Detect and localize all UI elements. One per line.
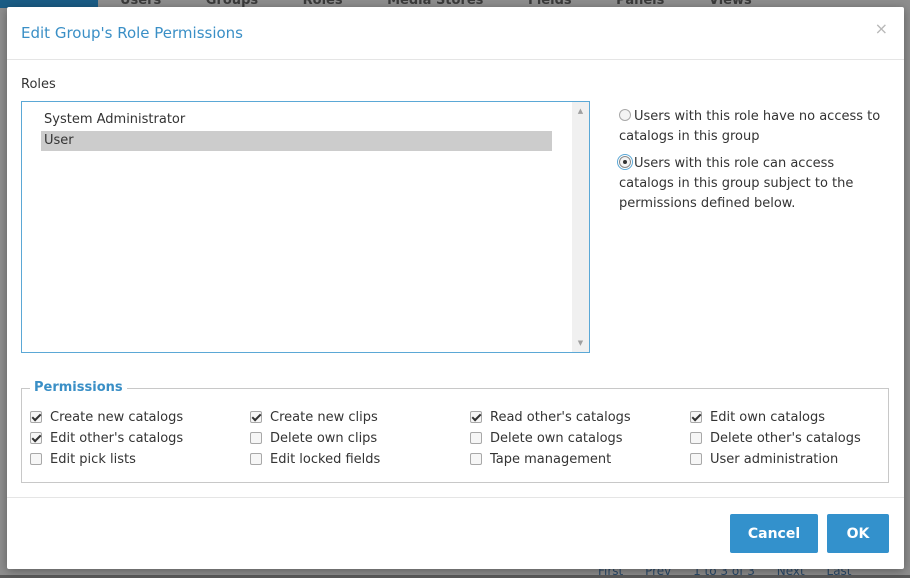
role-option-system-administrator[interactable]: System Administrator	[41, 110, 552, 130]
perm-label: Create new catalogs	[50, 410, 184, 425]
checkbox-unchecked[interactable]	[690, 432, 702, 444]
checkbox-checked[interactable]	[690, 411, 702, 423]
close-icon[interactable]: ×	[875, 19, 888, 38]
access-option-no-access[interactable]: Users with this role have no access to c…	[619, 107, 889, 147]
roles-listbox[interactable]: System Administrator User ▲ ▼	[21, 101, 590, 353]
checkbox-unchecked[interactable]	[690, 453, 702, 465]
perm-label: Delete own catalogs	[490, 431, 623, 446]
perm-label: Delete other's catalogs	[710, 431, 861, 446]
ok-button[interactable]: OK	[827, 514, 889, 553]
role-option-user[interactable]: User	[41, 131, 552, 151]
perm-edit-locked-fields[interactable]: Edit locked fields	[250, 452, 380, 468]
scroll-down-arrow-icon[interactable]: ▼	[572, 336, 589, 350]
checkbox-unchecked[interactable]	[250, 453, 262, 465]
perm-edit-others-catalogs[interactable]: Edit other's catalogs	[30, 431, 183, 447]
checkbox-unchecked[interactable]	[470, 453, 482, 465]
perm-label: Read other's catalogs	[490, 410, 631, 425]
access-with-permissions-label: Users with this role can access catalogs…	[619, 156, 854, 211]
perm-read-others-catalogs[interactable]: Read other's catalogs	[470, 410, 631, 426]
dialog-footer-divider	[7, 497, 904, 498]
scroll-up-arrow-icon[interactable]: ▲	[572, 104, 589, 118]
perm-label: Edit own catalogs	[710, 410, 826, 425]
roles-label: Roles	[21, 77, 56, 92]
perm-label: Tape management	[490, 452, 612, 467]
perm-create-new-catalogs[interactable]: Create new catalogs	[30, 410, 183, 426]
permissions-legend: Permissions	[30, 380, 127, 395]
no-access-label: Users with this role have no access to c…	[619, 109, 881, 144]
roles-scrollbar[interactable]: ▲ ▼	[572, 102, 589, 352]
perm-edit-own-catalogs[interactable]: Edit own catalogs	[690, 410, 825, 426]
checkbox-checked[interactable]	[30, 432, 42, 444]
access-option-with-permissions[interactable]: Users with this role can access catalogs…	[617, 154, 889, 214]
perm-label: Edit locked fields	[270, 452, 381, 467]
perm-label: Create new clips	[270, 410, 378, 425]
perm-label: Delete own clips	[270, 431, 378, 446]
perm-label: Edit other's catalogs	[50, 431, 184, 446]
dialog-header: Edit Group's Role Permissions ×	[7, 7, 904, 60]
checkbox-unchecked[interactable]	[470, 432, 482, 444]
perm-label: User administration	[710, 452, 839, 467]
perm-delete-others-catalogs[interactable]: Delete other's catalogs	[690, 431, 861, 447]
perm-tape-management[interactable]: Tape management	[470, 452, 611, 468]
checkbox-checked[interactable]	[30, 411, 42, 423]
dialog-title: Edit Group's Role Permissions	[21, 24, 243, 42]
perm-create-new-clips[interactable]: Create new clips	[250, 410, 378, 426]
no-access-radio[interactable]	[619, 109, 631, 121]
perm-delete-own-catalogs[interactable]: Delete own catalogs	[470, 431, 623, 447]
permissions-fieldset: Permissions Create new catalogs Create n…	[21, 380, 889, 483]
edit-role-permissions-dialog: Edit Group's Role Permissions × Roles Sy…	[7, 7, 904, 569]
checkbox-checked[interactable]	[250, 411, 262, 423]
perm-user-administration[interactable]: User administration	[690, 452, 838, 468]
checkbox-unchecked[interactable]	[30, 453, 42, 465]
access-with-permissions-radio[interactable]	[617, 154, 633, 170]
checkbox-checked[interactable]	[470, 411, 482, 423]
perm-delete-own-clips[interactable]: Delete own clips	[250, 431, 377, 447]
perm-label: Edit pick lists	[50, 452, 136, 467]
cancel-button[interactable]: Cancel	[730, 514, 818, 553]
perm-edit-pick-lists[interactable]: Edit pick lists	[30, 452, 136, 468]
checkbox-unchecked[interactable]	[250, 432, 262, 444]
